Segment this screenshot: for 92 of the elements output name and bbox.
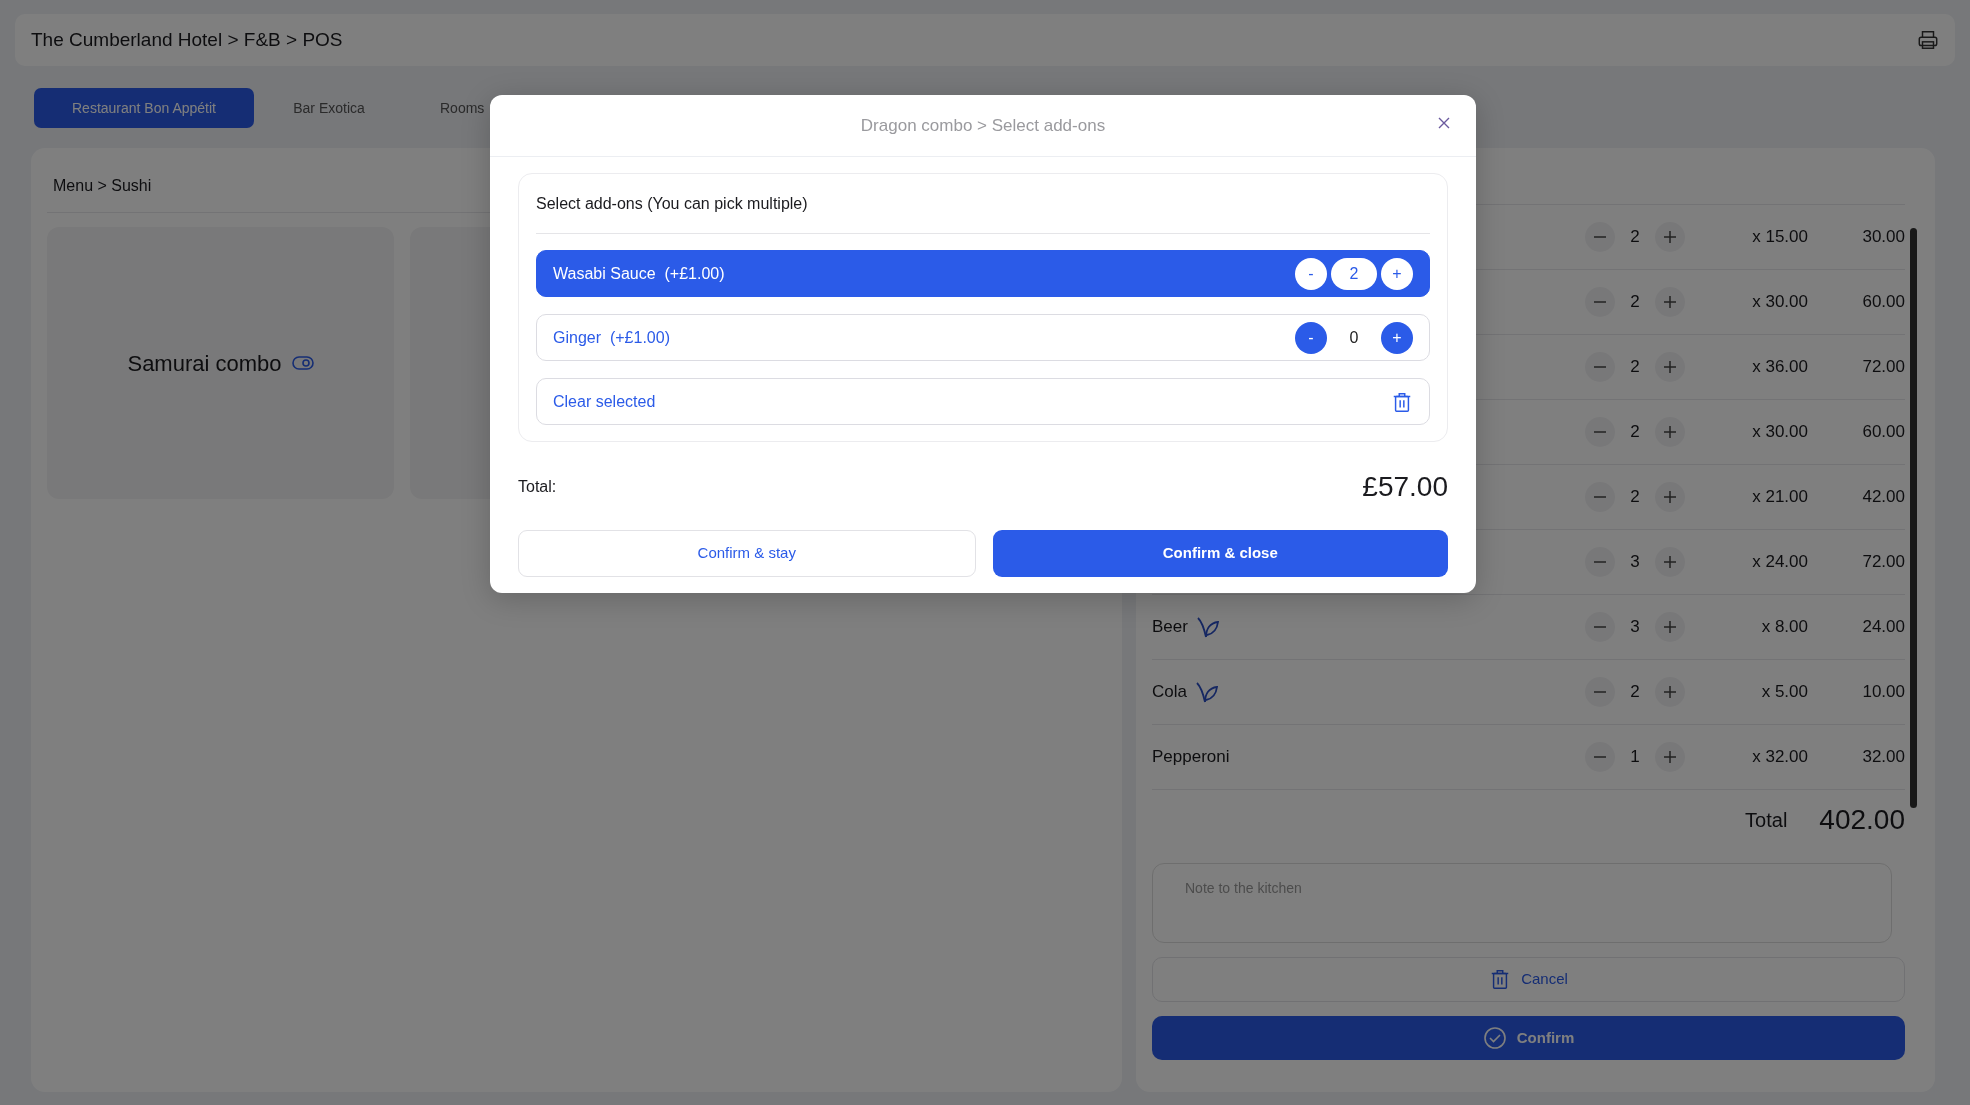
line-total: 42.00 xyxy=(1862,487,1905,507)
decrease-button[interactable] xyxy=(1585,677,1615,707)
addon-quantity: 2 xyxy=(1331,257,1377,290)
total-value: £57.00 xyxy=(1362,470,1448,504)
modal-title: Dragon combo > Select add-ons xyxy=(860,114,1106,137)
increase-button[interactable] xyxy=(1655,677,1685,707)
total-label: Total xyxy=(1745,808,1788,834)
decrease-button[interactable] xyxy=(1585,547,1615,577)
unit-price: x 8.00 xyxy=(1761,617,1808,637)
item-name: Beer xyxy=(1152,616,1188,639)
decrease-button[interactable] xyxy=(1585,287,1615,317)
quantity: 1 xyxy=(1630,746,1640,769)
total-value: 402.00 xyxy=(1819,803,1905,838)
unit-price: x 36.00 xyxy=(1752,357,1808,377)
quantity: 2 xyxy=(1630,291,1640,314)
increase-button[interactable] xyxy=(1655,547,1685,577)
increase-button[interactable]: + xyxy=(1381,257,1413,290)
increase-button[interactable] xyxy=(1655,742,1685,772)
plus-icon xyxy=(1663,620,1677,634)
increase-button[interactable]: + xyxy=(1381,321,1413,354)
decrease-button[interactable]: - xyxy=(1295,321,1327,354)
leaf-icon xyxy=(1195,615,1220,639)
increase-button[interactable] xyxy=(1655,612,1685,642)
decrease-button[interactable]: - xyxy=(1295,257,1327,290)
quantity: 2 xyxy=(1630,681,1640,704)
addon-quantity: 0 xyxy=(1348,327,1360,348)
plus-icon xyxy=(1663,750,1677,764)
confirm-button[interactable]: Confirm xyxy=(1152,1015,1905,1060)
tab[interactable]: Rooms xyxy=(404,88,505,128)
line-total: 24.00 xyxy=(1862,617,1905,637)
decrease-button[interactable] xyxy=(1585,482,1615,512)
plus-icon xyxy=(1663,685,1677,699)
menu-item-name: Samurai combo xyxy=(127,349,282,378)
quantity: 3 xyxy=(1630,551,1640,574)
increase-button[interactable] xyxy=(1655,287,1685,317)
tab[interactable]: Restaurant Bon Appétit xyxy=(34,88,254,128)
clear-selected-button[interactable]: Clear selected xyxy=(536,378,1430,425)
plus-icon xyxy=(1663,295,1677,309)
card-title: Select add-ons (You can pick multiple) xyxy=(536,174,1430,234)
increase-button[interactable] xyxy=(1655,222,1685,252)
confirm-close-button[interactable]: Confirm & close xyxy=(992,530,1448,577)
unit-price: x 30.00 xyxy=(1752,422,1808,442)
increase-button[interactable] xyxy=(1655,417,1685,447)
tab[interactable]: Bar Exotica xyxy=(254,88,404,128)
line-total: 60.00 xyxy=(1862,292,1905,312)
close-button[interactable] xyxy=(1436,115,1452,131)
cancel-button[interactable]: Cancel xyxy=(1152,957,1905,1002)
decrease-button[interactable] xyxy=(1585,417,1615,447)
unit-price: x 24.00 xyxy=(1752,552,1808,572)
quantity: 2 xyxy=(1630,421,1640,444)
quantity: 2 xyxy=(1630,356,1640,379)
breadcrumb: The Cumberland Hotel > F&B > POS xyxy=(31,27,343,52)
plus-icon xyxy=(1663,555,1677,569)
decrease-button[interactable] xyxy=(1585,222,1615,252)
plus-icon xyxy=(1663,425,1677,439)
item-name: Cola xyxy=(1152,681,1187,704)
increase-button[interactable] xyxy=(1655,352,1685,382)
line-total: 30.00 xyxy=(1862,227,1905,247)
addon-option[interactable]: Wasabi Sauce (+£1.00) - 2 + xyxy=(536,250,1430,297)
addon-label: Ginger (+£1.00) xyxy=(553,327,670,348)
addon-label: Wasabi Sauce (+£1.00) xyxy=(553,263,725,284)
printer-icon[interactable] xyxy=(1917,29,1939,51)
decrease-button[interactable] xyxy=(1585,742,1615,772)
line-total: 32.00 xyxy=(1862,747,1905,767)
item-name: Pepperoni xyxy=(1152,746,1230,769)
unit-price: x 21.00 xyxy=(1752,487,1808,507)
plus-icon xyxy=(1663,360,1677,374)
scrollbar[interactable] xyxy=(1910,228,1917,808)
unit-price: x 30.00 xyxy=(1752,292,1808,312)
increase-button[interactable] xyxy=(1655,482,1685,512)
line-total: 72.00 xyxy=(1862,357,1905,377)
leaf-icon xyxy=(1194,680,1219,704)
quantity: 2 xyxy=(1630,226,1640,249)
unit-price: x 15.00 xyxy=(1752,227,1808,247)
quantity: 3 xyxy=(1630,616,1640,639)
quantity: 2 xyxy=(1630,486,1640,509)
addon-option[interactable]: Ginger (+£1.00) - 0 + xyxy=(536,314,1430,361)
confirm-stay-button[interactable]: Confirm & stay xyxy=(518,530,976,577)
decrease-button[interactable] xyxy=(1585,612,1615,642)
unit-price: x 32.00 xyxy=(1752,747,1808,767)
plus-icon xyxy=(1663,230,1677,244)
total-label: Total: xyxy=(518,477,557,497)
decrease-button[interactable] xyxy=(1585,352,1615,382)
menu-item-card[interactable]: Samurai combo xyxy=(47,227,394,499)
check-circle-icon xyxy=(1482,1025,1507,1050)
close-icon xyxy=(1438,117,1450,129)
plus-icon xyxy=(1663,490,1677,504)
line-total: 10.00 xyxy=(1862,682,1905,702)
toggle-icon xyxy=(291,356,314,370)
unit-price: x 5.00 xyxy=(1761,682,1808,702)
line-total: 72.00 xyxy=(1862,552,1905,572)
line-total: 60.00 xyxy=(1862,422,1905,442)
